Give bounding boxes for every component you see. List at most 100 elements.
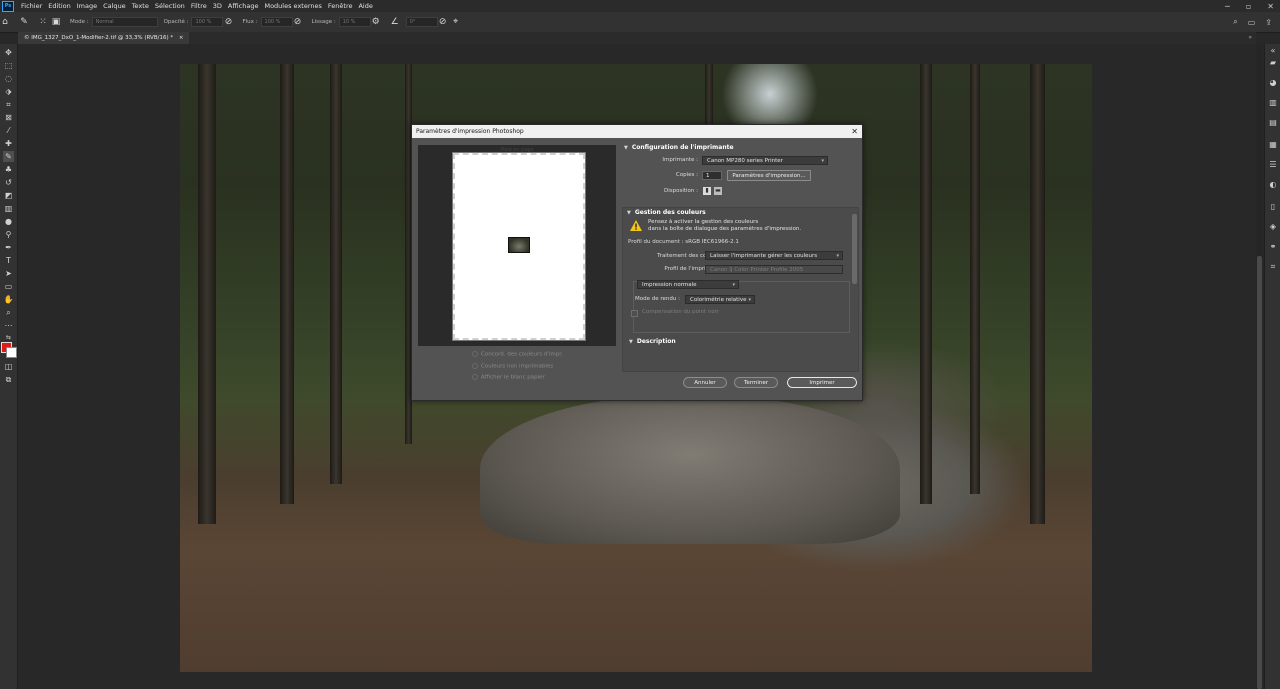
brush-tool-icon[interactable]: ✎ bbox=[3, 151, 14, 162]
mode-dropdown[interactable]: Normal bbox=[91, 17, 158, 27]
show-paper-white-option[interactable]: Afficher le blanc papier bbox=[472, 374, 545, 381]
smoothing-gear-icon[interactable]: ⚙ bbox=[371, 17, 381, 27]
menu-edition[interactable]: Edition bbox=[45, 2, 74, 10]
screen-mode-icon[interactable]: ⧉ bbox=[3, 374, 14, 385]
panel-collapse-icon[interactable]: « bbox=[1267, 46, 1279, 56]
menu-aide[interactable]: Aide bbox=[355, 2, 375, 10]
rendering-intent-dropdown[interactable]: Colorimétrie relative ▾ bbox=[685, 295, 755, 304]
healing-brush-tool-icon[interactable]: ✚ bbox=[3, 138, 14, 149]
color-panel-scrollbar[interactable] bbox=[852, 214, 857, 284]
brush-panel-icon[interactable]: ▣ bbox=[51, 17, 61, 27]
path-selection-tool-icon[interactable]: ➤ bbox=[3, 268, 14, 279]
tabs-overflow-icon[interactable]: » bbox=[1248, 32, 1252, 44]
lasso-tool-icon[interactable]: ◌ bbox=[3, 73, 14, 84]
workspace-icon[interactable]: ▭ bbox=[1248, 18, 1256, 27]
printer-dropdown[interactable]: Canon MP280 series Printer ▾ bbox=[702, 156, 828, 165]
menu-calque[interactable]: Calque bbox=[100, 2, 129, 10]
landscape-orientation-icon[interactable]: ▬ bbox=[714, 187, 722, 195]
marquee-tool-icon[interactable]: ⬚ bbox=[3, 60, 14, 71]
printer-setup-header[interactable]: ▼ Configuration de l'imprimante bbox=[624, 144, 734, 151]
eyedropper-tool-icon[interactable]: ⁄ bbox=[3, 125, 14, 136]
eraser-tool-icon[interactable]: ◩ bbox=[3, 190, 14, 201]
tree-trunk-image bbox=[1030, 64, 1045, 524]
share-icon[interactable]: ⇪ bbox=[1265, 18, 1272, 27]
canvas-scroll-thumb[interactable] bbox=[1257, 256, 1262, 689]
paths-icon[interactable]: ⚭ bbox=[1267, 242, 1279, 252]
quick-selection-tool-icon[interactable]: ⬗ bbox=[3, 86, 14, 97]
crop-tool-icon[interactable]: ⌗ bbox=[3, 99, 14, 110]
menu-affichage[interactable]: Affichage bbox=[225, 2, 262, 10]
minimize-icon[interactable]: ─ bbox=[1225, 2, 1230, 11]
styles-icon[interactable]: ◐ bbox=[1267, 180, 1279, 190]
print-mode-dropdown[interactable]: Impression normale ▾ bbox=[637, 280, 739, 289]
smoothing-field[interactable]: 10 % bbox=[338, 17, 371, 27]
preview-image-thumbnail[interactable] bbox=[508, 237, 530, 253]
printer-label: Imprimante : bbox=[662, 157, 698, 163]
symmetry-icon[interactable]: ⌖ bbox=[451, 17, 461, 27]
tab-close-icon[interactable]: × bbox=[179, 35, 184, 41]
print-button[interactable]: Imprimer bbox=[787, 377, 857, 388]
pressure-opacity-icon[interactable]: ⊘ bbox=[223, 17, 233, 27]
menu-fichier[interactable]: Fichier bbox=[18, 2, 45, 10]
background-color-swatch[interactable] bbox=[6, 347, 17, 358]
rectangle-tool-icon[interactable]: ▭ bbox=[3, 281, 14, 292]
libraries-icon[interactable]: ▤ bbox=[1267, 118, 1279, 128]
menu-3d[interactable]: 3D bbox=[210, 2, 225, 10]
more-tools-icon[interactable]: ⋯ bbox=[3, 320, 14, 331]
close-icon[interactable]: ✕ bbox=[1267, 2, 1274, 11]
adjustments-icon[interactable]: ☰ bbox=[1267, 160, 1279, 170]
comments-icon[interactable]: ▰ bbox=[1267, 58, 1279, 68]
menu-image[interactable]: Image bbox=[74, 2, 100, 10]
pen-tool-icon[interactable]: ✒ bbox=[3, 242, 14, 253]
opacity-field[interactable]: 100 % bbox=[191, 17, 224, 27]
document-tab[interactable]: © IMG_1327_DxO_1-Modifier-2.tif @ 33,3% … bbox=[18, 32, 190, 44]
home-icon[interactable]: ⌂ bbox=[0, 17, 10, 27]
angle-field[interactable]: 0° bbox=[405, 17, 438, 27]
black-point-checkbox[interactable] bbox=[631, 310, 638, 317]
brush-settings-icon[interactable]: ⁙ bbox=[38, 17, 48, 27]
match-colors-option[interactable]: Concord. des couleurs d'impr. bbox=[472, 351, 563, 358]
type-tool-icon[interactable]: T bbox=[3, 255, 14, 266]
menu-filtre[interactable]: Filtre bbox=[188, 2, 210, 10]
zoom-tool-icon[interactable]: ⌕ bbox=[3, 307, 14, 318]
properties-icon[interactable]: ▦ bbox=[1267, 140, 1279, 150]
menu-selection[interactable]: Sélection bbox=[152, 2, 188, 10]
dodge-tool-icon[interactable]: ⚲ bbox=[3, 229, 14, 240]
gradient-tool-icon[interactable]: ▥ bbox=[3, 203, 14, 214]
blur-tool-icon[interactable]: ● bbox=[3, 216, 14, 227]
dialog-title-bar[interactable]: Paramètres d'impression Photoshop ✕ bbox=[412, 125, 862, 138]
tree-trunk-image bbox=[920, 64, 932, 504]
quick-mask-icon[interactable]: ◫ bbox=[3, 361, 14, 372]
channels-icon[interactable]: ▯ bbox=[1267, 202, 1279, 212]
color-management-header[interactable]: ▼ Gestion des couleurs bbox=[627, 209, 706, 216]
pressure-size-icon[interactable]: ⊘ bbox=[438, 17, 448, 27]
menu-texte[interactable]: Texte bbox=[129, 2, 152, 10]
menu-fenetre[interactable]: Fenêtre bbox=[325, 2, 356, 10]
color-icon[interactable]: ◕ bbox=[1267, 78, 1279, 88]
done-button[interactable]: Terminer bbox=[734, 377, 778, 388]
print-settings-button[interactable]: Paramètres d'impression... bbox=[727, 170, 811, 181]
brush-preset-icon[interactable]: ✎ bbox=[19, 17, 29, 27]
gamut-warning-option[interactable]: Couleurs non imprimables bbox=[472, 363, 553, 370]
search-icon[interactable]: ⌕ bbox=[1233, 17, 1237, 27]
cancel-button[interactable]: Annuler bbox=[683, 377, 727, 388]
airbrush-icon[interactable]: ⊘ bbox=[293, 17, 303, 27]
dialog-close-icon[interactable]: ✕ bbox=[851, 125, 858, 138]
description-header[interactable]: ▼ Description bbox=[629, 338, 676, 345]
color-handling-dropdown[interactable]: Laisser l'imprimante gérer les couleurs ▾ bbox=[705, 251, 843, 260]
clone-stamp-tool-icon[interactable]: ♣ bbox=[3, 164, 14, 175]
dialog-title: Paramètres d'impression Photoshop bbox=[416, 128, 524, 135]
hand-tool-icon[interactable]: ✋ bbox=[3, 294, 14, 305]
menu-bar: Ps Fichier Edition Image Calque Texte Sé… bbox=[0, 0, 1280, 12]
frame-tool-icon[interactable]: ⊠ bbox=[3, 112, 14, 123]
maximize-icon[interactable]: ▫ bbox=[1246, 2, 1251, 11]
transform-icon[interactable]: ⌗ bbox=[1267, 262, 1279, 272]
menu-modules-externes[interactable]: Modules externes bbox=[261, 2, 324, 10]
layers-icon[interactable]: ◈ bbox=[1267, 222, 1279, 232]
history-brush-tool-icon[interactable]: ↺ bbox=[3, 177, 14, 188]
portrait-orientation-icon[interactable]: ▮ bbox=[703, 187, 711, 195]
copies-input[interactable]: 1 bbox=[702, 171, 722, 180]
flow-field[interactable]: 100 % bbox=[260, 17, 293, 27]
swatches-icon[interactable]: ▥ bbox=[1267, 98, 1279, 108]
move-tool-icon[interactable]: ✥ bbox=[3, 47, 14, 58]
